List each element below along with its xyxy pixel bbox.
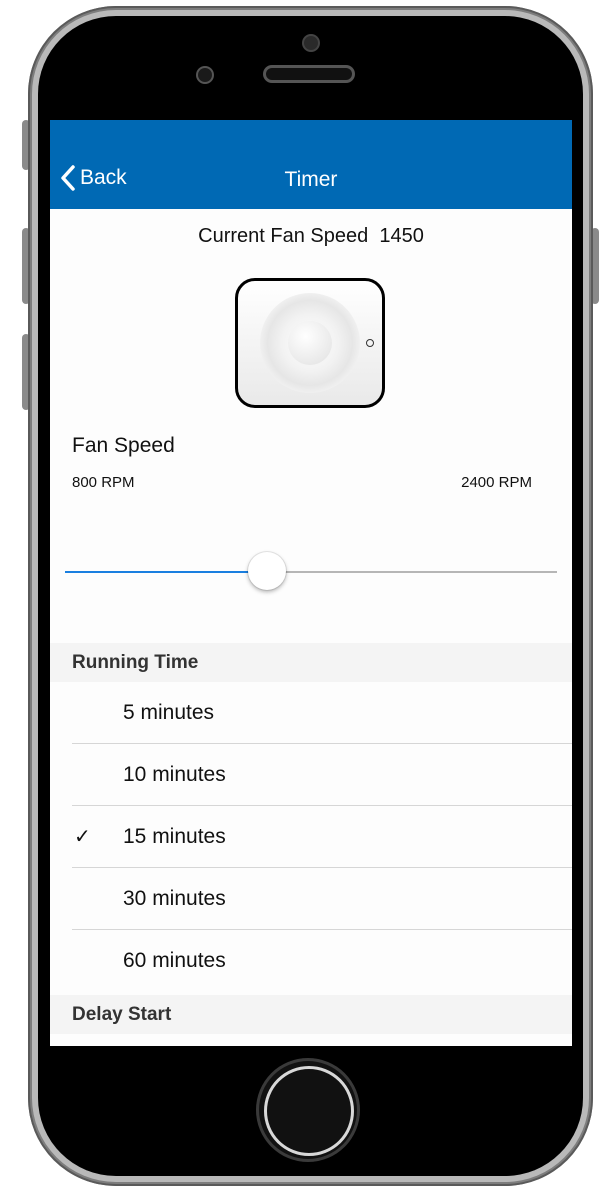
home-button-ring [264,1066,354,1156]
sensor-icon [198,68,212,82]
app-screen: Back Timer Current Fan Speed 1450 Fan Sp… [50,120,572,1046]
running-time-option-60[interactable]: 60 minutes [50,930,572,992]
running-time-header-label: Running Time [72,652,199,673]
current-fan-speed-label: Current Fan Speed [198,225,369,247]
checkmark-icon: ✓ [74,826,91,848]
page-title: Timer [284,168,338,191]
option-label: 15 minutes [123,825,226,848]
delay-start-header-label: Delay Start [72,1004,172,1025]
fan-hub [288,321,332,365]
fan-image [235,278,385,408]
power-indicator-icon [366,339,374,347]
front-camera-icon [304,36,318,50]
fan-speed-slider[interactable] [65,552,557,592]
rpm-min-label: 800 RPM [72,474,135,491]
running-time-option-30[interactable]: 30 minutes [50,868,572,930]
home-button[interactable] [256,1058,360,1162]
fan-speed-label: Fan Speed [72,434,175,457]
running-time-header: Running Time [50,643,572,682]
current-fan-speed-value: 1450 [379,225,424,247]
option-label: 5 minutes [123,701,215,724]
option-label: 30 minutes [123,887,226,910]
rpm-max-label: 2400 RPM [461,474,532,491]
delay-start-header: Delay Start [50,995,572,1034]
slider-fill [65,571,267,573]
current-fan-speed: Current Fan Speed 1450 [50,225,572,248]
running-time-list: 5 minutes 10 minutes ✓ 15 minutes 30 min… [50,682,572,992]
main-content: Current Fan Speed 1450 Fan Speed 800 RPM… [50,209,572,1046]
slider-thumb[interactable] [248,552,286,590]
option-label: 60 minutes [123,949,226,972]
running-time-option-15[interactable]: ✓ 15 minutes [50,806,572,868]
running-time-option-10[interactable]: 10 minutes [50,744,572,806]
running-time-option-5[interactable]: 5 minutes [50,682,572,744]
navigation-bar: Back Timer [50,120,572,209]
fan-grille-icon [260,293,360,393]
option-label: 10 minutes [123,763,226,786]
earpiece-speaker [266,68,352,80]
